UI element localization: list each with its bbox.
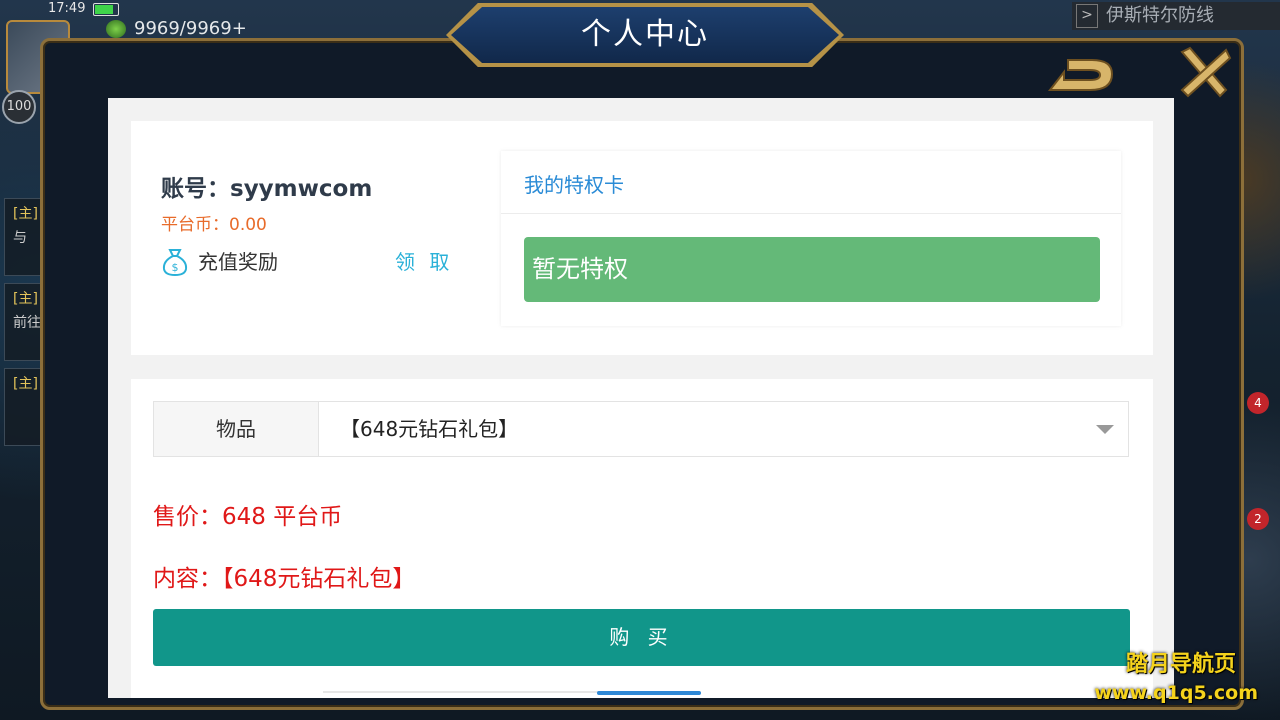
modal-title: 个人中心 — [581, 17, 709, 52]
price-text: 售价：648 平台币 — [153, 504, 343, 530]
stamina-value: 9969/9969+ — [134, 18, 247, 39]
battery-icon — [93, 3, 119, 16]
close-button[interactable] — [1176, 44, 1232, 100]
content-panel: 账号：syymwcom 平台币：0.00 $ 充值奖励 领 取 我的特权卡 暂无… — [108, 98, 1174, 698]
divider — [501, 213, 1121, 214]
item-select[interactable]: 物品 【648元钻石礼包】 — [153, 401, 1129, 457]
watermark-url: www.q1q5.com — [1094, 682, 1258, 704]
platform-coin-balance: 平台币：0.00 — [161, 215, 267, 235]
region-label[interactable]: > 伊斯特尔防线 — [1072, 2, 1280, 30]
watermark-title: 踏月导航页 — [1125, 652, 1236, 677]
recharge-reward-label: 充值奖励 — [198, 250, 278, 274]
chevron-down-icon[interactable] — [1096, 425, 1114, 434]
scroll-track — [323, 691, 603, 693]
back-arrow-icon — [1047, 59, 1114, 91]
shop-card: 物品 【648元钻石礼包】 售价：648 平台币 内容：【648元钻石礼包】 购… — [131, 379, 1153, 698]
item-select-value[interactable]: 【648元钻石礼包】 — [340, 402, 518, 456]
buy-button[interactable]: 购 买 — [153, 609, 1130, 666]
claim-reward-link[interactable]: 领 取 — [395, 246, 453, 275]
account-card: 账号：syymwcom 平台币：0.00 $ 充值奖励 领 取 我的特权卡 暂无… — [131, 121, 1153, 355]
notification-badge: 4 — [1247, 392, 1269, 414]
player-level-badge: 100 — [2, 90, 36, 124]
privilege-card-panel: 我的特权卡 暂无特权 — [501, 151, 1121, 326]
money-bag-icon: $ — [162, 249, 188, 277]
notification-badge: 2 — [1247, 508, 1269, 530]
stamina-icon — [106, 20, 126, 38]
back-button[interactable] — [1044, 52, 1120, 98]
status-time: 17:49 — [48, 1, 86, 16]
privilege-card-title[interactable]: 我的特权卡 — [524, 169, 624, 198]
svg-text:$: $ — [172, 261, 179, 274]
item-select-label: 物品 — [154, 402, 319, 456]
account-label: 账号：syymwcom — [161, 176, 373, 202]
no-privilege-notice: 暂无特权 — [524, 237, 1100, 302]
content-text: 内容：【648元钻石礼包】 — [153, 566, 416, 592]
close-icon — [1180, 46, 1232, 98]
expand-arrow-icon[interactable]: > — [1076, 4, 1098, 28]
scroll-indicator[interactable] — [597, 691, 701, 695]
